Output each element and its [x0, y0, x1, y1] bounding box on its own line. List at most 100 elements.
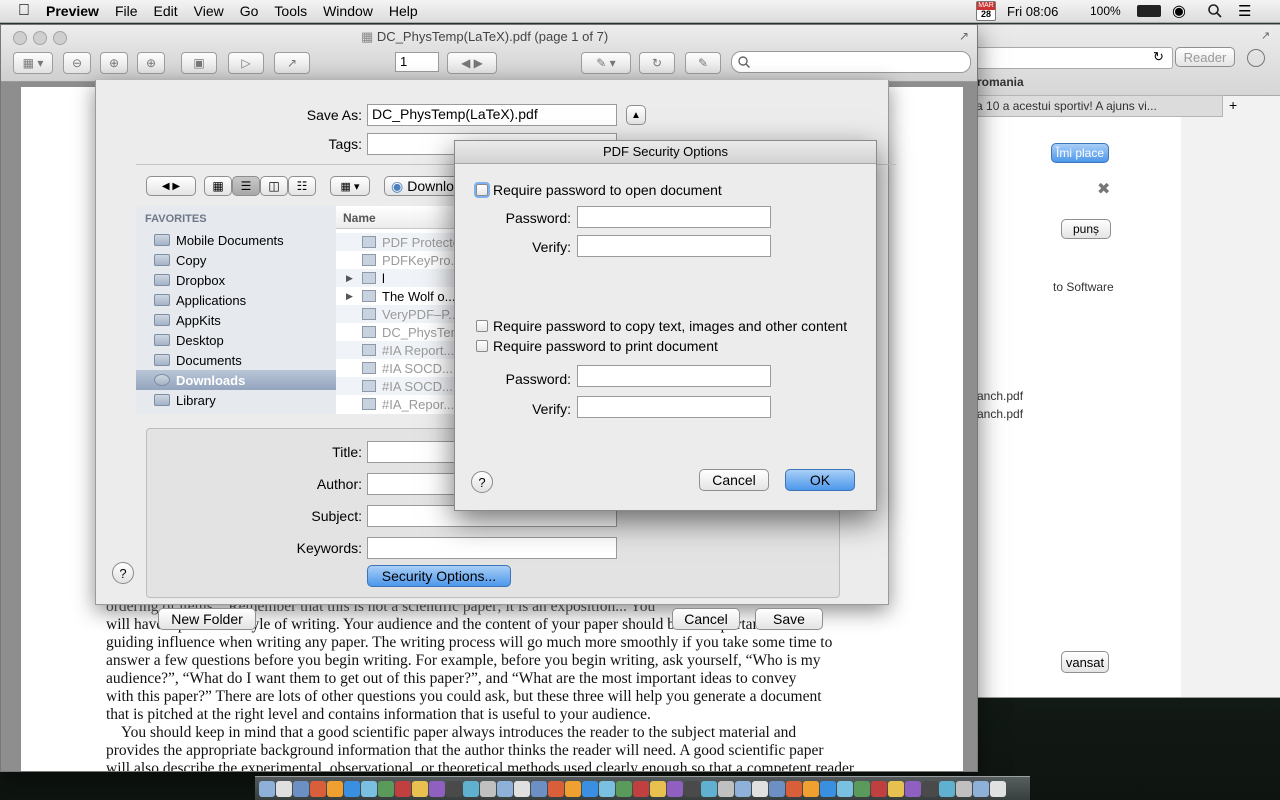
save-button[interactable]: Save	[755, 608, 823, 630]
list-item[interactable]: ▶ The Wolf o...	[336, 287, 466, 305]
browser-tab[interactable]: ota 10 a acestui sportiv! A ajuns vi...	[961, 95, 1223, 117]
sidebar-item-applications[interactable]: Applications	[136, 290, 336, 310]
security-options-button[interactable]: Security Options...	[367, 565, 511, 587]
dock-app-icon[interactable]	[327, 780, 343, 797]
disclosure-triangle-icon[interactable]: ▶	[346, 273, 353, 284]
dock-app-icon[interactable]	[905, 780, 921, 797]
zoom-window-button[interactable]	[53, 31, 67, 45]
dock-app-icon[interactable]	[922, 780, 938, 797]
sidebar-item-desktop[interactable]: Desktop	[136, 330, 336, 350]
like-button[interactable]: Îmi place	[1051, 143, 1109, 163]
page-number-field[interactable]: 1	[395, 52, 439, 72]
dock-app-icon[interactable]	[293, 780, 309, 797]
dock-app-icon[interactable]	[259, 780, 275, 797]
dock-app-icon[interactable]	[582, 780, 598, 797]
menu-help[interactable]: Help	[381, 3, 426, 19]
zoom-out-button[interactable]: ⊖	[63, 52, 91, 74]
zoom-fit-button[interactable]: ⊕	[137, 52, 165, 74]
dock-app-icon[interactable]	[837, 780, 853, 797]
clock[interactable]: Fri 08:06	[1007, 0, 1058, 22]
dock-app-icon[interactable]	[888, 780, 904, 797]
dock-app-icon[interactable]	[514, 780, 530, 797]
require-copy-password-label[interactable]: Require password to copy text, images an…	[493, 318, 847, 334]
help-button[interactable]: ?	[112, 562, 134, 584]
require-print-password-checkbox[interactable]	[476, 340, 488, 352]
require-open-password-label[interactable]: Require password to open document	[493, 182, 722, 198]
file-name-1[interactable]: anch.pdf	[977, 389, 1023, 403]
icon-view-button[interactable]: ▦	[204, 176, 232, 196]
menu-tools[interactable]: Tools	[266, 3, 315, 19]
dock-app-icon[interactable]	[565, 780, 581, 797]
post-button[interactable]: punș	[1061, 219, 1111, 239]
dock-app-icon[interactable]	[412, 780, 428, 797]
reload-icon[interactable]: ↻	[1153, 49, 1164, 65]
dock-app-icon[interactable]	[395, 780, 411, 797]
name-column-header[interactable]: Name	[336, 206, 466, 229]
dock-app-icon[interactable]	[378, 780, 394, 797]
dock-app-icon[interactable]	[344, 780, 360, 797]
back-forward-buttons[interactable]: ◀ ▶	[146, 176, 196, 196]
dock-app-icon[interactable]	[701, 780, 717, 797]
sidebar-item-mobile-documents[interactable]: Mobile Documents	[136, 230, 336, 250]
sidebar-view-button[interactable]: ▦ ▾	[13, 52, 53, 74]
location-popup[interactable]: ◉ Downlo	[384, 176, 464, 196]
list-item[interactable]: PDF Protecto	[336, 233, 466, 251]
dock-app-icon[interactable]	[429, 780, 445, 797]
calendar-icon[interactable]: MAR 28	[976, 0, 996, 22]
page-nav-buttons[interactable]: ◀ ▶	[447, 52, 497, 74]
actual-size-button[interactable]: ▣	[181, 52, 217, 74]
slideshow-button[interactable]: ▷	[228, 52, 264, 74]
sidebar-item-dropbox[interactable]: Dropbox	[136, 270, 336, 290]
cancel-button[interactable]: Cancel	[672, 608, 740, 630]
menu-edit[interactable]: Edit	[146, 3, 186, 19]
wifi-icon[interactable]: ◉	[1172, 0, 1186, 22]
apple-menu-icon[interactable]: 	[0, 2, 38, 20]
sidebar-item-documents[interactable]: Documents	[136, 350, 336, 370]
edit-toolbar-button[interactable]: ✎	[685, 52, 721, 74]
save-as-field[interactable]: DC_PhysTemp(LaTeX).pdf	[367, 104, 617, 126]
owner-verify-field[interactable]	[577, 396, 771, 418]
require-print-password-label[interactable]: Require password to print document	[493, 338, 718, 354]
list-item[interactable]: PDFKeyPro.c	[336, 251, 466, 269]
open-verify-field[interactable]	[577, 235, 771, 257]
list-item[interactable]: #IA SOCD...	[336, 359, 466, 377]
sidebar-item-downloads[interactable]: Downloads	[136, 370, 336, 390]
dock-app-icon[interactable]	[735, 780, 751, 797]
zoom-in-button[interactable]: ⊕	[100, 52, 128, 74]
owner-password-field[interactable]	[577, 365, 771, 387]
dock-app-icon[interactable]	[820, 780, 836, 797]
dialog-cancel-button[interactable]: Cancel	[699, 469, 769, 491]
dock-app-icon[interactable]	[650, 780, 666, 797]
close-window-button[interactable]	[13, 31, 27, 45]
spotlight-icon[interactable]	[1208, 0, 1222, 22]
fullscreen-icon[interactable]: ↗	[1261, 29, 1270, 42]
dock-app-icon[interactable]	[548, 780, 564, 797]
search-field[interactable]	[731, 51, 971, 73]
expand-sheet-button[interactable]: ▲	[626, 105, 646, 125]
file-name-2[interactable]: anch.pdf	[977, 407, 1023, 421]
dock-app-icon[interactable]	[276, 780, 292, 797]
dock-app-icon[interactable]	[752, 780, 768, 797]
list-item[interactable]: #IA SOCD...	[336, 377, 466, 395]
dock-app-icon[interactable]	[446, 780, 462, 797]
sidebar-item-library[interactable]: Library	[136, 390, 336, 410]
battery-percent[interactable]: 100%	[1090, 0, 1121, 22]
dock-app-icon[interactable]	[990, 780, 1006, 797]
dock-app-icon[interactable]	[667, 780, 683, 797]
require-copy-password-checkbox[interactable]	[476, 320, 488, 332]
list-item[interactable]: #IA_Repor...	[336, 395, 466, 413]
dock-app-icon[interactable]	[854, 780, 870, 797]
coverflow-view-button[interactable]: ☷	[288, 176, 316, 196]
close-icon[interactable]: ✖	[1097, 179, 1110, 199]
list-item[interactable]: VeryPDF–P...	[336, 305, 466, 323]
dock-app-icon[interactable]	[497, 780, 513, 797]
minimize-window-button[interactable]	[33, 31, 47, 45]
menu-go[interactable]: Go	[232, 3, 267, 19]
arrange-button[interactable]: ▦ ▾	[330, 176, 370, 196]
dock-app-icon[interactable]	[871, 780, 887, 797]
dock-app-icon[interactable]	[480, 780, 496, 797]
list-item[interactable]: #IA Report...	[336, 341, 466, 359]
require-open-password-checkbox[interactable]	[476, 184, 488, 196]
list-view-button[interactable]: ☰	[232, 176, 260, 196]
dock-app-icon[interactable]	[361, 780, 377, 797]
